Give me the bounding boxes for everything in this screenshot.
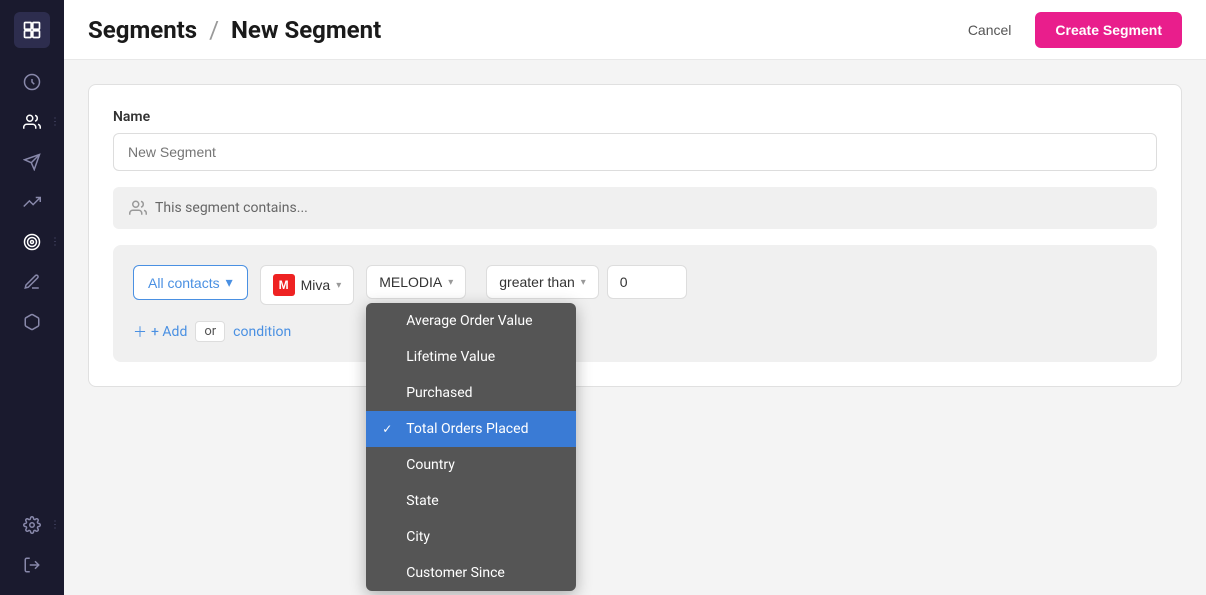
- cancel-button[interactable]: Cancel: [956, 16, 1024, 44]
- sidebar-item-products[interactable]: [0, 304, 64, 340]
- dropdown-item-city[interactable]: City: [366, 519, 576, 555]
- sidebar-item-settings[interactable]: ⋮: [0, 507, 64, 543]
- page-title: Segments / New Segment: [88, 16, 381, 44]
- breadcrumb-separator: /: [209, 16, 219, 44]
- sidebar-item-automations[interactable]: [0, 184, 64, 220]
- filter-value-area: greater than ▾: [486, 265, 687, 299]
- filter-row: All contacts ▾ M Miva ▾ MELODIA ▾: [133, 265, 1137, 305]
- dropdown-item-label-total_orders_placed: Total Orders Placed: [406, 421, 528, 437]
- sidebar: ⋮ ⋮: [0, 0, 64, 595]
- dropdown-item-label-country: Country: [406, 457, 455, 473]
- dropdown-item-lifetime_value[interactable]: Lifetime Value: [366, 339, 576, 375]
- sidebar-item-contacts[interactable]: ⋮: [0, 104, 64, 140]
- page-header: Segments / New Segment Cancel Create Seg…: [64, 0, 1206, 60]
- name-label: Name: [113, 109, 1157, 125]
- operator-chevron: ▾: [581, 277, 586, 288]
- melodia-label: MELODIA: [379, 274, 442, 290]
- melodia-chevron: ▾: [448, 277, 453, 288]
- condition-link[interactable]: condition: [233, 324, 291, 340]
- dropdown-item-avg_order_value[interactable]: Average Order Value: [366, 303, 576, 339]
- breadcrumb-current: New Segment: [231, 16, 381, 44]
- melodia-dropdown-menu: Average Order Value Lifetime Value Purchas…: [366, 303, 576, 591]
- segment-contains-text: This segment contains...: [155, 200, 308, 216]
- dropdown-item-label-state: State: [406, 493, 439, 509]
- melodia-dropdown[interactable]: MELODIA ▾: [366, 265, 466, 299]
- add-label: + Add: [151, 324, 187, 340]
- add-condition-row: ＋ + Add or condition: [133, 321, 1137, 342]
- sidebar-contacts-dots[interactable]: ⋮: [50, 117, 60, 128]
- sidebar-item-campaigns[interactable]: [0, 144, 64, 180]
- dropdown-item-label-lifetime_value: Lifetime Value: [406, 349, 495, 365]
- dropdown-item-total_orders_placed[interactable]: ✓ Total Orders Placed: [366, 411, 576, 447]
- breadcrumb-root: Segments: [88, 16, 197, 44]
- add-icon: ＋: [133, 322, 147, 342]
- all-contacts-chevron: ▾: [226, 274, 233, 291]
- integration-label: Miva: [301, 277, 331, 293]
- people-icon: [129, 199, 147, 217]
- integration-chevron: ▾: [336, 280, 341, 291]
- sidebar-logo: [14, 12, 50, 48]
- dropdown-item-customer_since[interactable]: Customer Since: [366, 555, 576, 591]
- add-link[interactable]: ＋ + Add: [133, 322, 187, 342]
- header-actions: Cancel Create Segment: [956, 12, 1182, 48]
- sidebar-item-editor[interactable]: [0, 264, 64, 300]
- sidebar-item-dashboard[interactable]: [0, 64, 64, 100]
- sidebar-item-segments[interactable]: ⋮: [0, 224, 64, 260]
- or-badge: or: [195, 321, 225, 342]
- main-content: Segments / New Segment Cancel Create Seg…: [64, 0, 1206, 595]
- dropdown-item-state[interactable]: State: [366, 483, 576, 519]
- dropdown-item-label-customer_since: Customer Since: [406, 565, 505, 581]
- condition-operator-dropdown[interactable]: greater than ▾: [486, 265, 599, 299]
- miva-logo-icon: M: [273, 274, 295, 296]
- name-input[interactable]: [113, 133, 1157, 171]
- sidebar-segments-dots[interactable]: ⋮: [50, 237, 60, 248]
- check-icon-total_orders_placed: ✓: [382, 422, 398, 436]
- create-segment-button[interactable]: Create Segment: [1035, 12, 1182, 48]
- sidebar-settings-dots[interactable]: ⋮: [50, 520, 60, 531]
- filter-value-input[interactable]: [607, 265, 687, 299]
- dropdown-item-label-purchased: Purchased: [406, 385, 472, 401]
- dropdown-item-country[interactable]: Country: [366, 447, 576, 483]
- dropdown-item-label-city: City: [406, 529, 430, 545]
- filter-area: All contacts ▾ M Miva ▾ MELODIA ▾: [113, 245, 1157, 362]
- sidebar-item-logout[interactable]: [0, 547, 64, 583]
- operator-label: greater than: [499, 274, 575, 290]
- melodia-dropdown-wrapper: MELODIA ▾ Average Order ValueLifetime Va…: [366, 265, 466, 299]
- segment-card: Name This segment contains... All contac…: [88, 84, 1182, 387]
- all-contacts-dropdown[interactable]: All contacts ▾: [133, 265, 248, 300]
- dropdown-item-purchased[interactable]: Purchased: [366, 375, 576, 411]
- dropdown-item-label-avg_order_value: Average Order Value: [406, 313, 532, 329]
- segment-contains-bar: This segment contains...: [113, 187, 1157, 229]
- page-content: Name This segment contains... All contac…: [64, 60, 1206, 595]
- integration-dropdown[interactable]: M Miva ▾: [260, 265, 355, 305]
- all-contacts-label: All contacts: [148, 275, 220, 291]
